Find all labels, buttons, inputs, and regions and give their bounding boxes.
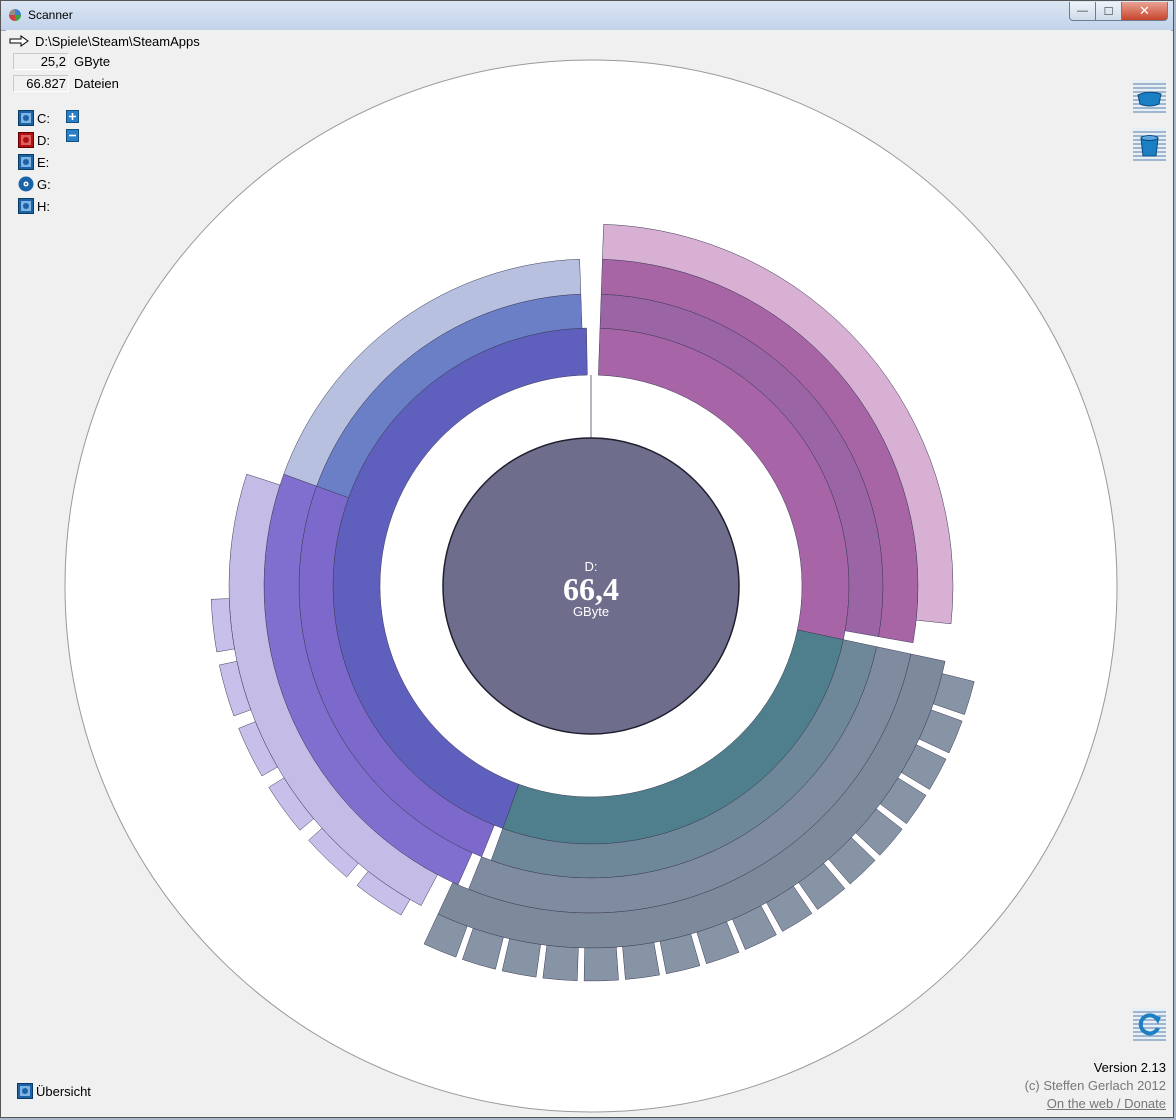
sunburst-chart[interactable]: D:66,4GByte [6, 30, 1173, 1117]
drive-c[interactable]: C: [18, 107, 51, 129]
current-path[interactable]: D:\Spiele\Steam\SteamApps [9, 32, 200, 50]
ring6-segment[interactable] [583, 946, 619, 982]
drive-label: D: [37, 132, 50, 148]
hard-drive-icon [17, 1083, 33, 1099]
app-window: Scanner — ☐ ✕ D: 66,4 GByte D:\Spiele\Stea… [0, 0, 1174, 1118]
up-arrow-icon[interactable] [9, 35, 29, 47]
hard-drive-icon [18, 154, 34, 170]
web-donate-link[interactable]: On the web / Donate [1025, 1095, 1166, 1113]
ring6-segment[interactable] [542, 945, 579, 982]
overview-label: Übersicht [36, 1083, 91, 1099]
files-info: 66.827 Dateien [13, 74, 119, 93]
drive-label: E: [37, 154, 50, 170]
ring6-segment[interactable] [622, 942, 660, 980]
drive-label: H: [37, 198, 50, 214]
window-title: Scanner [28, 8, 73, 22]
cd-drive-icon [18, 176, 34, 192]
recycle-bin-icon[interactable] [1133, 80, 1166, 113]
drive-list: C: D: E: G: H: [18, 107, 51, 217]
version-text: Version 2.13 [1093, 1060, 1166, 1075]
drive-e[interactable]: E: [18, 151, 51, 173]
client-area: D: 66,4 GByte D:\Spiele\Steam\SteamApps 25… [6, 30, 1171, 1115]
refresh-icon[interactable] [1133, 1008, 1166, 1041]
hard-drive-icon [18, 110, 34, 126]
zoom-in-icon[interactable] [66, 110, 79, 123]
files-value: 66.827 [13, 75, 69, 92]
size-unit: GByte [74, 54, 111, 69]
overview-button[interactable]: Übersicht [17, 1083, 91, 1099]
files-unit: Dateien [74, 76, 119, 91]
path-text: D:\Spiele\Steam\SteamApps [35, 33, 200, 49]
size-info: 25,2 GByte [13, 52, 110, 71]
drive-label: G: [37, 176, 51, 192]
drive-label: C: [37, 110, 50, 126]
hard-drive-error-icon [18, 132, 34, 148]
center-size-unit: GByte [573, 604, 609, 619]
close-button[interactable]: ✕ [1122, 2, 1168, 21]
delete-bucket-icon[interactable] [1133, 128, 1166, 161]
minimize-button[interactable]: — [1069, 2, 1096, 21]
copyright-text: (c) Steffen Gerlach 2012 [1024, 1078, 1166, 1093]
hard-drive-icon [18, 198, 34, 214]
maximize-button[interactable]: ☐ [1096, 2, 1122, 21]
size-value: 25,2 [13, 53, 69, 70]
app-icon [9, 9, 21, 21]
footer: Version 2.13 (c) Steffen Gerlach 2012 On… [1025, 1059, 1166, 1113]
title-bar[interactable]: Scanner — ☐ ✕ [1, 1, 1173, 31]
drive-h[interactable]: H: [18, 195, 51, 217]
zoom-out-icon[interactable] [66, 129, 79, 142]
center-size-value: 66,4 [563, 571, 619, 607]
window-controls: — ☐ ✕ [1069, 2, 1168, 21]
drive-g[interactable]: G: [18, 173, 51, 195]
drive-d[interactable]: D: [18, 129, 51, 151]
